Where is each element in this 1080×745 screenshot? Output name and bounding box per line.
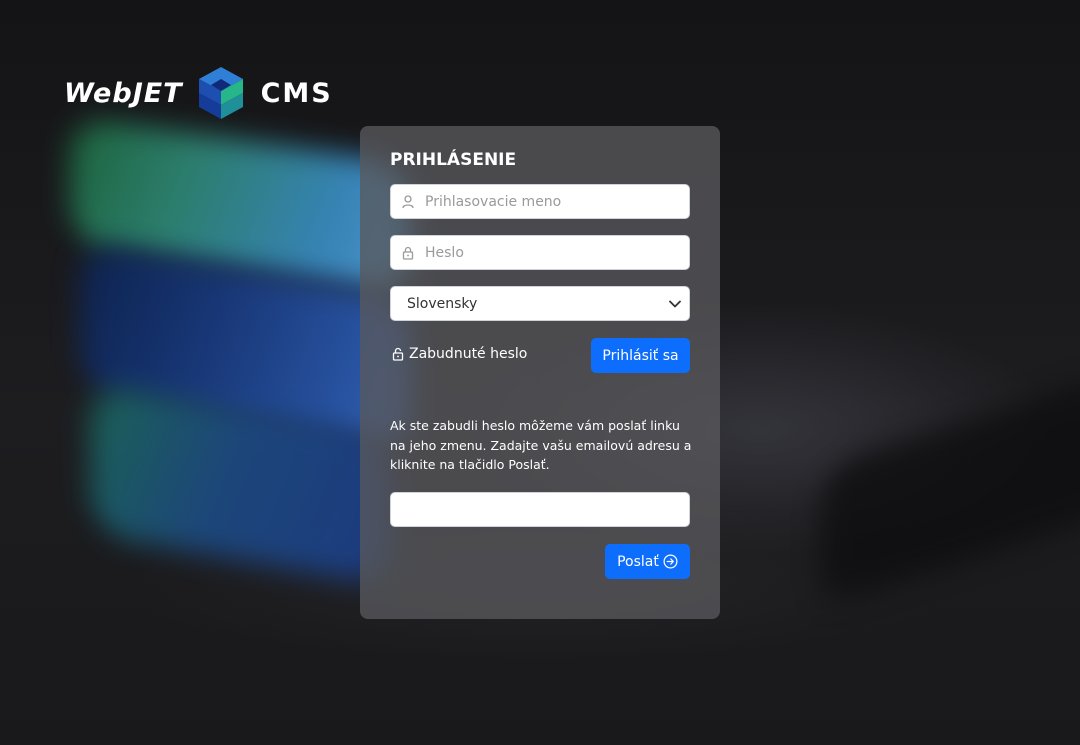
username-field[interactable] [390,184,690,219]
language-select[interactable]: Slovensky [390,286,690,321]
logo-word-webjet: WebJET [64,77,183,109]
send-button-label: Poslať [617,553,659,570]
lock-icon [391,246,425,260]
login-panel: PRIHLÁSENIE Slovensky [360,126,720,619]
forgot-password-label: Zabudnuté heslo [409,346,528,362]
arrow-circle-right-icon [663,554,678,569]
user-icon [391,194,425,209]
forgot-password-link[interactable]: Zabudnuté heslo [392,346,527,362]
login-button[interactable]: Prihlásiť sa [591,338,690,373]
language-selected-value: Slovensky [407,295,478,312]
email-field[interactable] [390,492,690,527]
username-input[interactable] [425,193,675,210]
login-title: PRIHLÁSENIE [390,150,517,170]
chevron-down-icon [669,300,681,307]
logo-word-cms: CMS [260,77,333,109]
logo-cube-icon [198,67,243,119]
password-input[interactable] [425,244,675,261]
background-shadow [820,371,1080,609]
send-button[interactable]: Poslať [605,544,690,579]
password-field[interactable] [390,235,690,270]
webjet-logo: WebJET CMS [64,64,333,122]
recovery-help-text: Ak ste zabudli heslo môžeme vám poslať l… [390,418,692,472]
unlock-icon [392,347,404,361]
email-input[interactable] [403,501,653,518]
